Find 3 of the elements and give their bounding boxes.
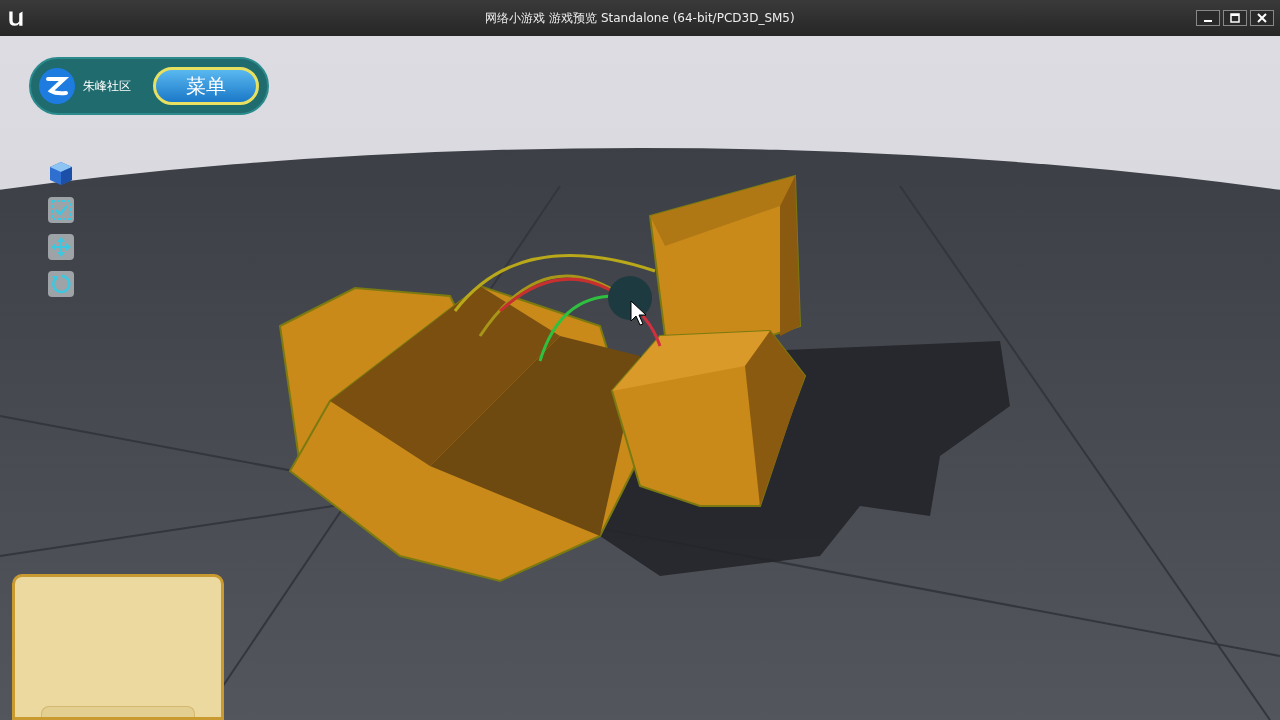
window-title: 网络小游戏 游戏预览 Standalone (64-bit/PCD3D_SM5)	[485, 9, 795, 27]
community-label: 朱峰社区	[83, 77, 131, 95]
menu-button[interactable]: 菜单	[153, 67, 259, 105]
